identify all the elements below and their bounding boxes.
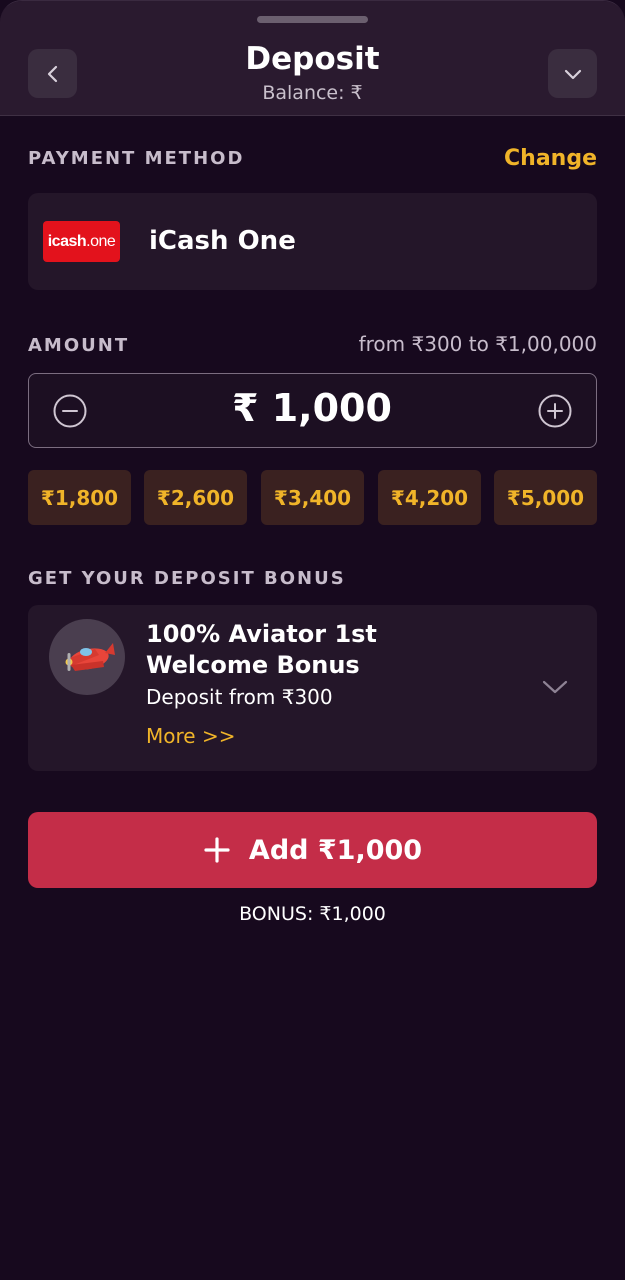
bonus-card[interactable]: 100% Aviator 1st Welcome Bonus Deposit f… [28,605,597,771]
payment-method-label: PAYMENT METHOD [28,148,245,169]
preset-chip[interactable]: ₹3,400 [261,470,364,525]
preset-chip[interactable]: ₹1,800 [28,470,131,525]
amount-input[interactable]: ₹ 1,000 [28,373,597,448]
plus-icon [204,837,230,863]
bonus-amount-note: BONUS: ₹1,000 [239,903,386,925]
amount-label: AMOUNT [28,335,130,356]
chevron-down-icon [564,69,581,79]
amount-range: from ₹300 to ₹1,00,000 [358,332,597,356]
balance-text: Balance: ₹ [262,82,363,104]
add-deposit-label: Add ₹1,000 [248,834,423,866]
bonus-title: 100% Aviator 1st Welcome Bonus [146,620,377,679]
page-title: Deposit [245,41,380,77]
plane-icon [65,643,115,671]
amount-value: ₹ 1,000 [232,386,392,430]
preset-chip[interactable]: ₹5,000 [494,470,597,525]
change-payment-link[interactable]: Change [504,146,597,171]
bonus-subtitle: Deposit from ₹300 [146,685,333,709]
payment-method-card[interactable]: icash .one iCash One [28,193,597,290]
chevron-down-icon[interactable] [540,675,570,699]
deposit-sheet: Deposit Balance: ₹ PAYMENT METHOD Change… [0,0,625,1280]
preset-chip[interactable]: ₹2,600 [144,470,247,525]
header: Deposit Balance: ₹ [0,1,625,116]
drag-handle[interactable] [257,16,368,23]
plus-circle-icon[interactable] [538,394,572,428]
payment-method-name: iCash One [149,226,296,256]
icash-one-logo: icash .one [43,221,120,262]
add-deposit-button[interactable]: Add ₹1,000 [28,812,597,888]
preset-chip[interactable]: ₹4,200 [378,470,481,525]
collapse-button[interactable] [548,49,597,98]
bonus-more-link[interactable]: More >> [146,724,235,748]
bonus-section-label: GET YOUR DEPOSIT BONUS [28,568,346,589]
amount-presets: ₹1,800 ₹2,600 ₹3,400 ₹4,200 ₹5,000 [28,470,597,525]
bonus-avatar [49,619,125,695]
